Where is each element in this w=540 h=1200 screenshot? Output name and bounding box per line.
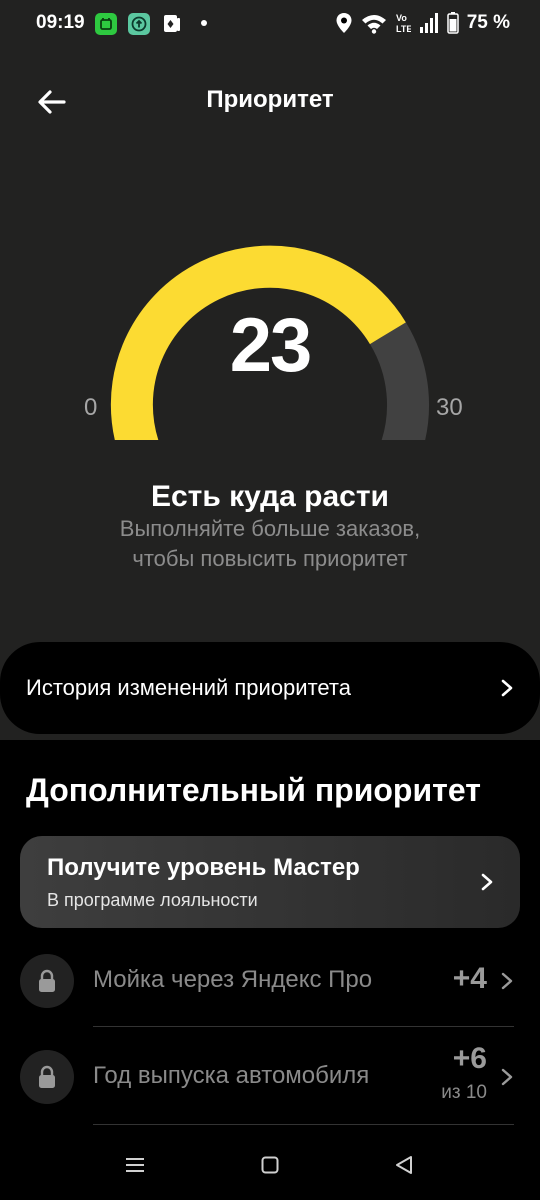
svg-text:Vo: Vo	[396, 13, 407, 23]
list-item-value: +6	[452, 1042, 487, 1075]
cards-app-icon	[161, 13, 183, 35]
status-subtitle-line1: Выполняйте больше заказов,	[119, 516, 421, 541]
chevron-right-icon	[481, 873, 493, 891]
chevron-right-icon	[501, 1068, 513, 1086]
upload-app-icon	[128, 13, 150, 35]
svg-text:LTE: LTE	[396, 24, 411, 34]
notification-app-icon	[95, 13, 117, 35]
recent-apps-button[interactable]	[120, 1150, 150, 1180]
system-nav-bar	[0, 1130, 540, 1200]
status-subtitle-line2: чтобы повысить приоритет	[132, 546, 408, 571]
lock-icon-circle	[20, 954, 74, 1008]
extra-priority-title: Дополнительный приоритет	[26, 772, 481, 808]
status-time: 09:19	[36, 12, 85, 33]
home-button[interactable]	[255, 1150, 285, 1180]
priority-screen-top: 09:19 Vo LTE 75 % Приоритет 23 0 30 Есть…	[0, 0, 540, 740]
history-button[interactable]: История изменений приоритета	[0, 642, 540, 734]
divider	[93, 1026, 514, 1027]
back-triangle-icon	[396, 1156, 412, 1174]
divider	[93, 1124, 514, 1125]
page-title: Приоритет	[206, 86, 334, 113]
gauge-max-label: 30	[436, 394, 463, 421]
list-item-car-wash[interactable]: Мойка через Яндекс Про +4	[0, 932, 540, 1030]
home-square-icon	[261, 1156, 279, 1174]
list-item-car-year[interactable]: Год выпуска автомобиля +6 из 10	[0, 1028, 540, 1126]
chevron-right-icon	[501, 679, 513, 697]
list-item-of-label: из 10	[441, 1082, 487, 1103]
list-item-label: Мойка через Яндекс Про	[93, 966, 373, 993]
wifi-icon	[361, 15, 386, 34]
master-level-subtitle: В программе лояльности	[47, 890, 258, 910]
priority-value: 23	[229, 303, 313, 388]
menu-icon	[126, 1158, 144, 1172]
signal-icon	[419, 13, 438, 33]
lock-icon	[39, 1065, 55, 1088]
status-bar: 09:19 Vo LTE 75 %	[0, 0, 540, 48]
status-bar-right: Vo LTE 75 %	[335, 12, 510, 34]
chevron-right-icon	[501, 972, 513, 990]
list-item-label: Год выпуска автомобиля	[93, 1062, 370, 1089]
back-nav-button[interactable]	[389, 1150, 419, 1180]
lock-icon-circle	[20, 1050, 74, 1104]
battery-percent: 75 %	[466, 12, 510, 33]
location-icon	[336, 13, 352, 33]
list-item-value: +4	[452, 962, 487, 995]
gauge-min-label: 0	[84, 394, 98, 421]
status-title: Есть куда расти	[150, 480, 389, 513]
master-level-title: Получите уровень Мастер	[47, 854, 360, 881]
dot-icon	[201, 20, 207, 26]
history-label: История изменений приоритета	[26, 675, 351, 700]
volte-icon: VoLTE	[396, 13, 411, 34]
battery-icon	[446, 12, 459, 34]
master-level-card[interactable]: Получите уровень Мастер В программе лоял…	[20, 836, 520, 928]
status-subtitle: Выполняйте больше заказов, чтобы повысит…	[0, 514, 540, 574]
lock-icon	[39, 969, 55, 992]
